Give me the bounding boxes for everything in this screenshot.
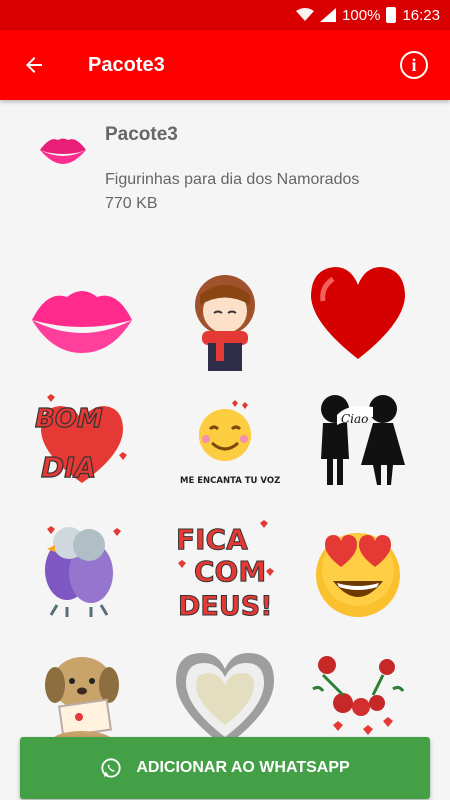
sticker-text-com: COM (194, 555, 266, 588)
sticker-text-ciao: Ciao (341, 412, 368, 426)
battery-text: 100% (342, 6, 381, 24)
battery-icon (386, 7, 397, 23)
sticker-text-dia: DIA (41, 451, 96, 484)
pack-size: 770 KB (105, 195, 158, 212)
pack-header: Pacote3 Figurinhas para dia dos Namorado… (0, 100, 450, 230)
add-to-whatsapp-button[interactable]: ADICIONAR AO WHATSAPP (20, 737, 430, 799)
pack-name: Pacote3 (105, 124, 178, 145)
arrow-left-icon[interactable] (22, 53, 46, 77)
sticker-red-heart[interactable] (298, 254, 418, 374)
sticker-birds-couple[interactable] (22, 510, 142, 630)
sticker-girl-scarf[interactable] (165, 260, 285, 380)
sticker-heart-eyes-emoji[interactable] (298, 510, 418, 630)
sticker-text-bom: BOM (35, 404, 103, 434)
sticker-text-deus: DEUS! (178, 591, 273, 622)
sticker-emoji-encanta[interactable]: ME ENCANTA TU VOZ (165, 380, 285, 500)
add-to-whatsapp-label: ADICIONAR AO WHATSAPP (136, 759, 350, 776)
sticker-bom-dia[interactable]: BOM DIA (22, 380, 142, 500)
sticker-silhouette-couple[interactable]: Ciao (298, 380, 418, 500)
wifi-icon (296, 8, 315, 21)
lips-icon (40, 138, 86, 164)
pack-description: Figurinhas para dia dos Namorados (105, 171, 360, 188)
info-icon[interactable]: i (400, 51, 428, 79)
page-title: Pacote3 (88, 53, 165, 76)
sticker-lips[interactable] (22, 260, 142, 380)
clock: 16:23 (402, 6, 440, 24)
sticker-text-encanta: ME ENCANTA TU VOZ (180, 476, 280, 486)
status-bar: 100% 16:23 (0, 0, 450, 30)
app-bar: Pacote3 i (0, 30, 450, 100)
whatsapp-icon (101, 758, 121, 778)
signal-icon (320, 8, 337, 22)
sticker-fica-com-deus[interactable]: FICA COM DEUS! (165, 510, 285, 630)
sticker-text-fica: FICA (176, 523, 248, 556)
